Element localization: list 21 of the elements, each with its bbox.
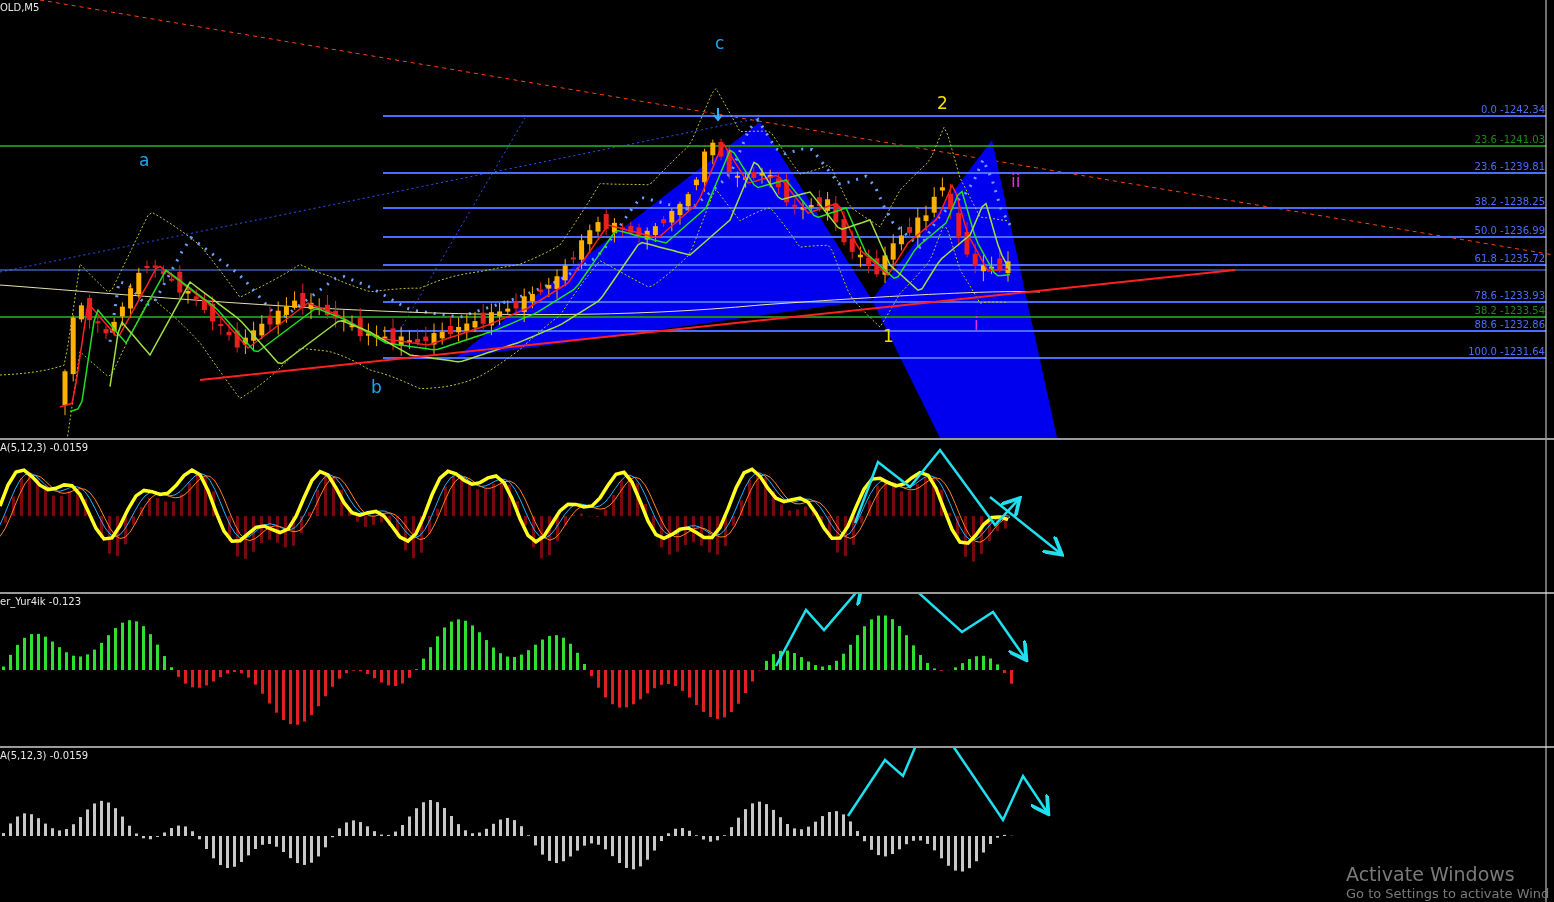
wave-label: ii <box>1011 173 1021 190</box>
fib-level-label: 23.6 -1241.03 <box>1474 135 1545 145</box>
indicator-title: er_Yur4ik -0.123 <box>0 596 82 607</box>
fib-level-label: 50.0 -1236.99 <box>1474 226 1545 236</box>
wave-label: a <box>139 152 150 169</box>
fib-level-label: 78.6 -1233.93 <box>1474 291 1545 301</box>
fib-level-label: 38.2 -1233.54 <box>1474 306 1545 316</box>
activation-notice-title: Activate Windows <box>1346 862 1516 886</box>
fib-level-label: 23.6 -1239.81 <box>1474 162 1545 172</box>
fib-level-label: 0.0 -1242.34 <box>1480 105 1545 115</box>
wave-label: i <box>974 316 979 333</box>
fib-level-label: 88.6 -1232.86 <box>1474 320 1545 330</box>
indicator-title: A(5,12,3) -0.0159 <box>0 442 89 453</box>
wave-label: 2 <box>937 95 948 112</box>
wave-label: b <box>371 379 382 396</box>
indicator-title: A(5,12,3) -0.0159 <box>0 750 89 761</box>
fib-level-label: 100.0 -1231.64 <box>1468 347 1545 357</box>
wave-label: c <box>715 35 725 52</box>
fib-level-label: 38.2 -1238.25 <box>1474 197 1545 207</box>
chart-title: OLD,M5 <box>0 2 40 13</box>
fib-level-label: 61.8 -1235.72 <box>1474 254 1545 264</box>
